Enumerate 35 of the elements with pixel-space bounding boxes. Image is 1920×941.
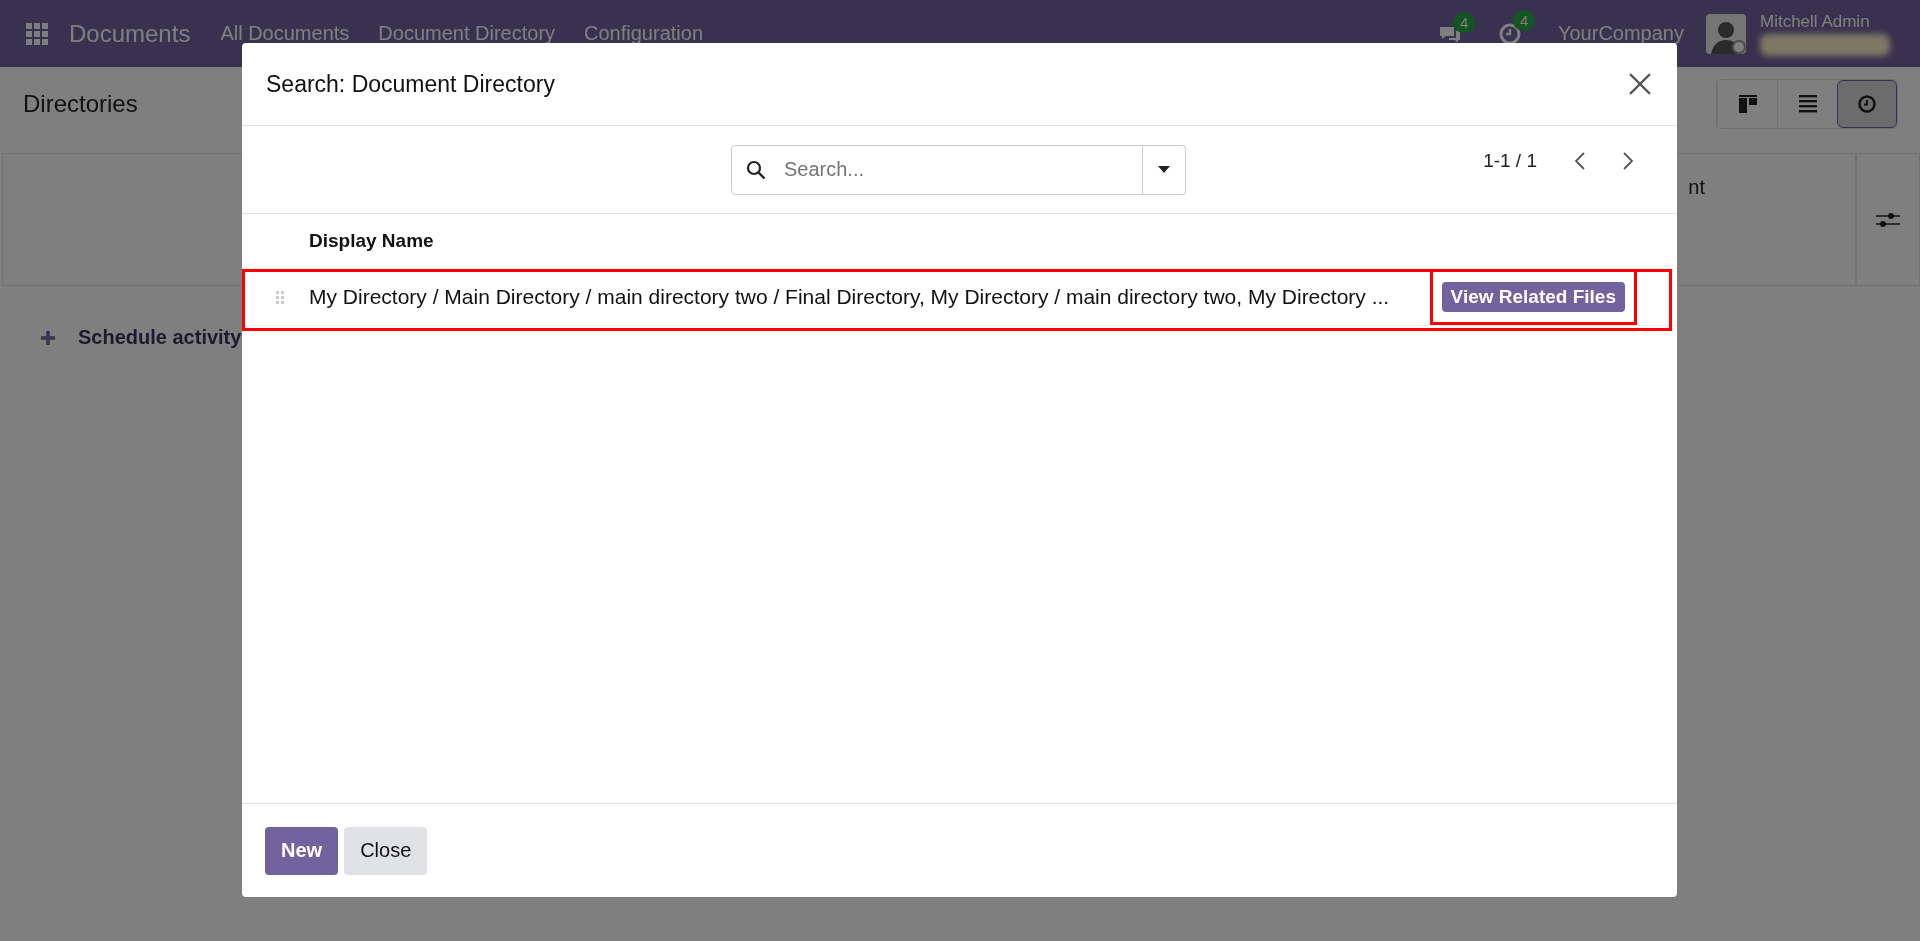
avatar-icon[interactable] (1706, 13, 1746, 54)
column-header: nt (1688, 176, 1705, 200)
app-name[interactable]: Documents (69, 19, 191, 48)
clock-icon (1857, 94, 1877, 114)
user-name[interactable]: Mitchell Admin (1760, 11, 1890, 32)
menu-item[interactable]: Document Directory (378, 22, 556, 45)
search-field[interactable]: Search... (731, 144, 1143, 195)
table-cell[interactable]: My Directory / Main Directory / main directory two / Final Directory, My Directory / main directory two, My Directory ... (309, 285, 1430, 309)
caret-icon (1158, 165, 1170, 174)
settings-sliders-icon[interactable] (1876, 211, 1900, 228)
clock-icon[interactable] (1498, 21, 1522, 46)
view-related-files-button[interactable]: View Related Files (1441, 282, 1625, 312)
drag-handle-icon[interactable] (276, 290, 284, 304)
view-switch-button[interactable] (1837, 80, 1897, 128)
close-icon (1629, 73, 1651, 95)
activity-count-badge: 4 (1513, 9, 1536, 31)
chevron-left-icon (1575, 152, 1585, 170)
new-button[interactable]: New (265, 826, 339, 875)
page-title: Directories (23, 90, 138, 118)
chevron-right-icon (1623, 152, 1633, 170)
kanban-icon (1737, 94, 1758, 114)
filter-toggle-button[interactable] (1143, 144, 1186, 195)
company-name[interactable]: YourCompany (1558, 22, 1684, 45)
message-count-badge: 4 (1453, 11, 1476, 33)
schedule-activity-link[interactable]: Schedule activity (40, 326, 242, 349)
plus-icon (40, 329, 56, 346)
menu-item[interactable]: Configuration (584, 22, 703, 45)
list-icon (1797, 94, 1818, 114)
close-dialog-button[interactable]: Close (344, 826, 428, 875)
search-icon (746, 159, 766, 180)
menu-item[interactable]: All Documents (220, 22, 350, 45)
column-header[interactable]: Display Name (309, 230, 434, 252)
app-grid-icon[interactable] (25, 21, 49, 46)
dialog-title: Search: Document Directory (266, 70, 555, 98)
pager-value: 1-1 / 1 (1483, 150, 1537, 172)
